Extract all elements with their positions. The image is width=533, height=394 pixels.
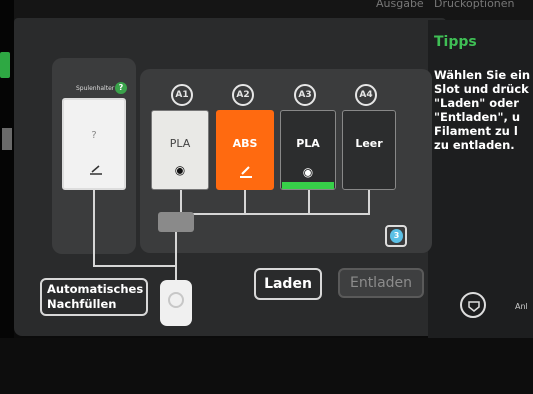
slot-a1[interactable]: PLA ◉	[151, 110, 209, 190]
help-icon[interactable]: ?	[115, 82, 127, 94]
slot-badge-a1: A1	[171, 84, 193, 106]
slot-a1-material: PLA	[169, 137, 191, 150]
spool-holder-slot-label: ?	[91, 130, 97, 141]
pencil-icon	[90, 165, 102, 175]
slot-a2[interactable]: ABS	[216, 110, 274, 190]
tips-text: Wählen Sie ein Slot und drück "Laden" od…	[434, 68, 531, 152]
spool-holder-slot[interactable]: ?	[62, 98, 126, 190]
nozzle-button[interactable]	[460, 292, 486, 318]
tips-title: Tipps	[434, 34, 477, 50]
slot-a2-material: ABS	[232, 137, 258, 150]
bottom-right-label[interactable]: Anl	[515, 302, 528, 311]
path-a4	[368, 190, 370, 214]
unload-button[interactable]: Entladen	[338, 268, 424, 298]
extruder-icon	[160, 280, 192, 326]
path-spool	[93, 190, 95, 266]
filament-hub	[158, 212, 194, 232]
path-a2	[244, 190, 246, 214]
slot-a3-color-bar	[282, 182, 334, 189]
auto-refill-button[interactable]: Automatisches Nachfüllen	[40, 278, 148, 316]
side-marker	[2, 128, 12, 150]
slot-a3[interactable]: PLA ◉	[280, 110, 336, 190]
slot-a4[interactable]: Leer	[342, 110, 396, 190]
bottom-strip	[0, 338, 533, 394]
auto-refill-label-1: Automatisches	[47, 282, 144, 296]
slot-a4-material: Leer	[355, 137, 383, 150]
auto-refill-label-2: Nachfüllen	[47, 297, 117, 311]
humidity-indicator[interactable]: 3	[385, 225, 407, 247]
path-to-extruder	[175, 232, 177, 280]
nozzle-icon	[468, 301, 480, 312]
eye-icon: ◉	[302, 165, 314, 179]
pencil-icon	[240, 166, 252, 178]
tab-print-options[interactable]: Druckoptionen	[434, 0, 515, 10]
slot-badge-a2: A2	[232, 84, 254, 106]
spool-holder-label: Spulenhalter	[76, 85, 115, 92]
slot-a3-material: PLA	[296, 137, 320, 150]
humidity-icon: 3	[390, 229, 403, 243]
eye-icon: ◉	[174, 163, 186, 177]
path-spool-join	[93, 265, 177, 267]
slot-badge-a3: A3	[294, 84, 316, 106]
tab-output[interactable]: Ausgabe	[376, 0, 424, 10]
slot-badge-a4: A4	[355, 84, 377, 106]
path-a1	[180, 190, 182, 214]
load-button[interactable]: Laden	[254, 268, 322, 300]
path-a3	[308, 190, 310, 214]
side-indicator	[0, 52, 10, 78]
extruder-core	[168, 292, 184, 308]
